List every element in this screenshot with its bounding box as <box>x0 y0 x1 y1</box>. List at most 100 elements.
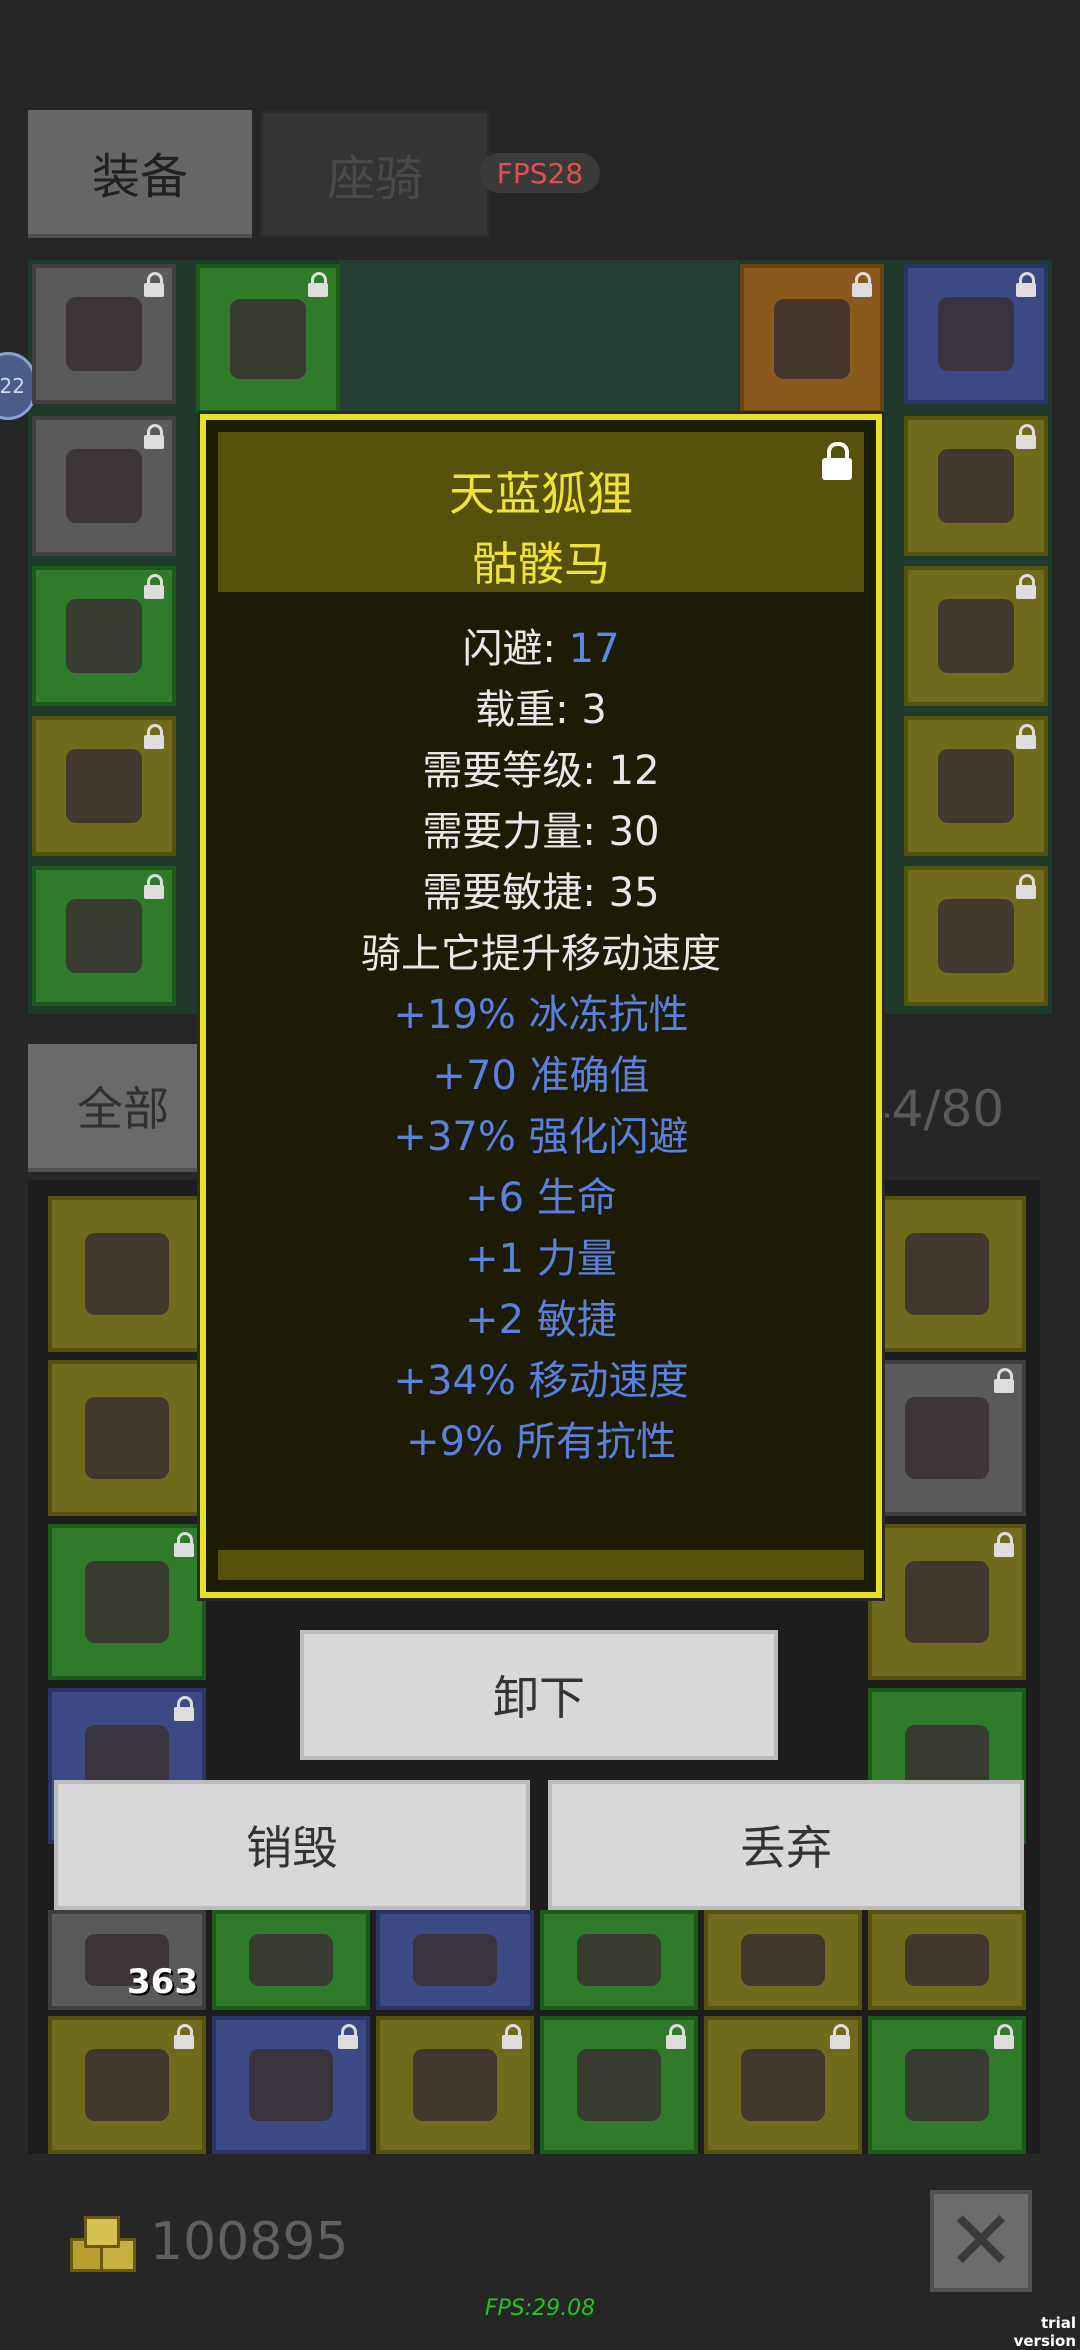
destroy-button[interactable]: 销毁 <box>54 1780 530 1910</box>
dagger-icon <box>577 1934 661 1986</box>
ring-icon <box>937 599 1015 673</box>
stat-value: 30 <box>608 809 660 855</box>
chest-icon <box>905 1934 989 1986</box>
close-button[interactable]: ✕ <box>930 2190 1032 2292</box>
inventory-slot[interactable] <box>48 1524 206 1680</box>
lock-icon <box>992 2024 1016 2050</box>
fps-footer: FPS:29.08 <box>484 2296 596 2321</box>
bonus-stat: +1 力量 <box>465 1236 617 1282</box>
watermark: trial version <box>1013 2314 1076 2350</box>
fox-icon <box>937 899 1015 973</box>
lock-icon <box>992 1532 1016 1558</box>
stat-dodge: 闪避: 17 <box>206 616 876 674</box>
inventory-slot[interactable] <box>48 2016 206 2154</box>
inventory-slot[interactable] <box>704 1910 862 2010</box>
gold-amount: 100895 <box>150 2212 349 2272</box>
bonus-stat: +19% 冰冻抗性 <box>393 992 689 1038</box>
stat-label: 需要敏捷: <box>422 870 596 916</box>
belt-icon <box>65 899 143 973</box>
unequip-button[interactable]: 卸下 <box>300 1630 778 1760</box>
tab-mount[interactable]: 座骑 <box>260 110 490 238</box>
glove-icon <box>577 2048 661 2122</box>
amulet-icon <box>413 1934 497 1986</box>
inventory-slot[interactable] <box>212 2016 370 2154</box>
inventory-slot[interactable] <box>868 1524 1026 1680</box>
stat-value: 17 <box>568 626 620 672</box>
inventory-slot[interactable] <box>376 1910 534 2010</box>
inventory-slot[interactable] <box>212 1910 370 2010</box>
stat-value: 35 <box>608 870 660 916</box>
stat-label: 需要等级: <box>422 748 596 794</box>
close-icon: ✕ <box>946 2193 1016 2289</box>
lock-icon <box>500 2024 524 2050</box>
bonus-stat: +70 准确值 <box>432 1053 650 1099</box>
stat-label: 闪避: <box>462 626 556 672</box>
inventory-slot[interactable] <box>868 1196 1026 1352</box>
unicorn-icon <box>413 2048 497 2122</box>
lock-icon <box>664 2024 688 2050</box>
slot-armor[interactable] <box>32 416 176 556</box>
item-name: 天蓝狐狸 <box>449 467 633 521</box>
slot-ring-1[interactable] <box>904 416 1048 556</box>
armor-icon <box>65 449 143 523</box>
slot-belt[interactable] <box>32 866 176 1006</box>
lock-icon <box>172 2024 196 2050</box>
inventory-slot[interactable]: 363 <box>48 1910 206 2010</box>
lock-icon <box>142 874 166 900</box>
slot-mount-1[interactable] <box>904 716 1048 856</box>
bonus-stat: +6 生命 <box>465 1175 617 1221</box>
lock-icon <box>1014 574 1038 600</box>
filter-tab-all[interactable]: 全部 <box>28 1044 218 1172</box>
lock-icon <box>1014 424 1038 450</box>
helmet-icon <box>65 297 143 371</box>
lock-icon <box>992 1368 1016 1394</box>
slot-helmet[interactable] <box>32 264 176 404</box>
capacity-counter: 44/80 <box>860 1080 1005 1138</box>
bonus-stat: +2 敏捷 <box>465 1297 617 1343</box>
slot-gloves[interactable] <box>32 566 176 706</box>
inventory-slot[interactable] <box>704 2016 862 2154</box>
lock-icon <box>142 574 166 600</box>
inventory-slot[interactable] <box>868 2016 1026 2154</box>
sword-icon <box>905 2048 989 2122</box>
skull-icon <box>85 2048 169 2122</box>
inventory-slot[interactable] <box>540 1910 698 2010</box>
slot-mount-2[interactable] <box>904 866 1048 1006</box>
horse-icon <box>741 2048 825 2122</box>
lock-icon <box>336 2024 360 2050</box>
stack-count: 363 <box>127 1962 198 2002</box>
lock-icon <box>142 724 166 750</box>
ring-icon <box>249 2048 333 2122</box>
sword-icon <box>85 1396 169 1480</box>
bonus-stat: +34% 移动速度 <box>393 1358 689 1404</box>
slot-weapon[interactable] <box>196 264 340 414</box>
fps-badge: FPS28 <box>480 153 600 193</box>
inventory-slot[interactable] <box>48 1196 206 1352</box>
slot-amulet[interactable] <box>904 264 1048 404</box>
horse-icon <box>741 1934 825 1986</box>
stat-label: 载重: <box>475 687 569 733</box>
ring-icon <box>937 449 1015 523</box>
inventory-slot[interactable] <box>868 1360 1026 1516</box>
boots-icon <box>65 749 143 823</box>
inventory-slot[interactable] <box>868 1910 1026 2010</box>
stat-req-level: 需要等级: 12 <box>206 738 876 796</box>
lock-icon <box>172 1532 196 1558</box>
item-tooltip: 天蓝狐狸 骷髅马 闪避: 17 载重: 3 需要等级: 12 需要力量: 30 … <box>200 414 882 1598</box>
inventory-slot[interactable] <box>48 1360 206 1516</box>
slot-offhand[interactable] <box>740 264 884 414</box>
item-description: 骑上它提升移动速度 <box>361 931 721 977</box>
sword-icon <box>229 299 307 379</box>
inventory-slot[interactable] <box>540 2016 698 2154</box>
tab-equipment[interactable]: 装备 <box>28 110 252 238</box>
slot-ring-2[interactable] <box>904 566 1048 706</box>
stat-req-agility: 需要敏捷: 35 <box>206 860 876 918</box>
gem-icon <box>905 1396 989 1480</box>
stat-weight: 载重: 3 <box>206 677 876 735</box>
discard-button[interactable]: 丢弃 <box>548 1780 1024 1910</box>
slot-boots[interactable] <box>32 716 176 856</box>
lock-icon <box>850 272 874 298</box>
inventory-slot[interactable] <box>376 2016 534 2154</box>
lock-icon <box>1014 874 1038 900</box>
lock-icon <box>172 1696 196 1722</box>
